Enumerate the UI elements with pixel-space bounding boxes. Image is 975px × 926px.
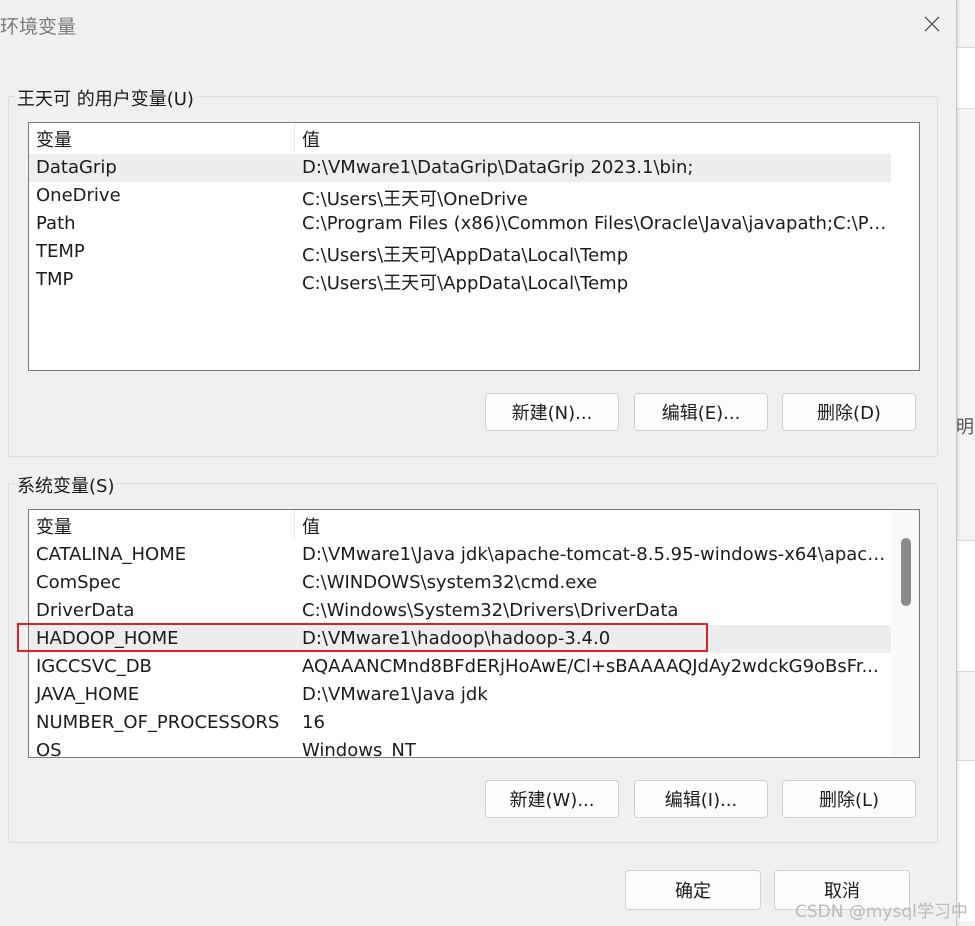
table-row[interactable]: OS Windows_NT <box>29 737 891 758</box>
variable-name: CATALINA_HOME <box>36 544 187 565</box>
user-variables-legend: 王天可 的用户变量(U) <box>15 85 196 111</box>
variable-name: NUMBER_OF_PROCESSORS <box>36 712 280 733</box>
variable-name: DataGrip <box>36 157 117 178</box>
variable-name: JAVA_HOME <box>36 684 140 705</box>
close-icon <box>924 16 940 32</box>
table-row[interactable]: JAVA_HOME D:\VMware1\Java jdk <box>29 681 891 709</box>
column-header-variable[interactable]: 变量 <box>36 513 72 539</box>
column-header-value[interactable]: 值 <box>302 126 320 152</box>
system-delete-button[interactable]: 删除(L) <box>782 780 916 818</box>
system-variables-list[interactable]: 变量 值 CATALINA_HOME D:\VMware1\Java jdk\a… <box>28 509 920 758</box>
variable-value: Windows_NT <box>302 740 416 758</box>
scrollbar-thumb[interactable] <box>901 538 911 606</box>
vertical-scrollbar[interactable] <box>892 510 919 757</box>
variable-name: Path <box>36 213 76 234</box>
system-new-button[interactable]: 新建(W)... <box>485 780 619 818</box>
background-panel <box>956 47 975 109</box>
variable-name: TEMP <box>36 241 85 262</box>
window-title: 环境变量 <box>0 16 77 38</box>
user-delete-button[interactable]: 删除(D) <box>782 393 916 431</box>
variable-value: D:\VMware1\hadoop\hadoop-3.4.0 <box>302 628 611 649</box>
close-button[interactable] <box>910 6 954 42</box>
variable-name: OneDrive <box>36 185 121 206</box>
title-bar: 环境变量 <box>0 0 956 47</box>
user-edit-button[interactable]: 编辑(E)... <box>634 393 768 431</box>
background-panel <box>956 540 975 672</box>
variable-value: C:\WINDOWS\system32\cmd.exe <box>302 572 598 593</box>
variable-name: TMP <box>36 269 74 290</box>
column-separator[interactable] <box>294 510 295 538</box>
variable-name: IGCCSVC_DB <box>36 656 152 677</box>
table-row[interactable]: TMP C:\Users\王天可\AppData\Local\Temp <box>29 266 891 294</box>
variable-value: C:\Users\王天可\AppData\Local\Temp <box>302 273 629 294</box>
user-variables-list[interactable]: 变量 值 DataGrip D:\VMware1\DataGrip\DataGr… <box>28 122 920 371</box>
environment-variables-dialog: 环境变量 王天可 的用户变量(U) 变量 值 DataGrip D:\VMwar… <box>0 0 957 926</box>
variable-value: D:\VMware1\DataGrip\DataGrip 2023.1\bin; <box>302 157 694 178</box>
table-row[interactable]: DriverData C:\Windows\System32\Drivers\D… <box>29 597 891 625</box>
variable-name: ComSpec <box>36 572 121 593</box>
variable-value: C:\Users\王天可\OneDrive <box>302 189 528 210</box>
table-row[interactable]: ComSpec C:\WINDOWS\system32\cmd.exe <box>29 569 891 597</box>
ok-button[interactable]: 确定 <box>625 870 761 910</box>
user-new-button[interactable]: 新建(N)... <box>485 393 619 431</box>
list-header: 变量 值 <box>29 123 891 151</box>
variable-value: AQAAANCMnd8BFdERjHoAwE/Cl+sBAAAAQJdAy2wd… <box>302 656 879 677</box>
background-text: 明中 <box>956 417 975 438</box>
variable-value: D:\VMware1\Java jdk\apache-tomcat-8.5.95… <box>302 544 887 565</box>
table-row[interactable]: DataGrip D:\VMware1\DataGrip\DataGrip 20… <box>29 154 891 182</box>
background-window: 明中 <box>956 0 975 926</box>
watermark: CSDN @mysql学习中 <box>795 902 968 922</box>
table-row[interactable]: CATALINA_HOME D:\VMware1\Java jdk\apache… <box>29 541 891 569</box>
variable-name: HADOOP_HOME <box>36 628 179 649</box>
table-row[interactable]: TEMP C:\Users\王天可\AppData\Local\Temp <box>29 238 891 266</box>
system-variables-legend: 系统变量(S) <box>15 472 117 498</box>
table-row[interactable]: Path C:\Program Files (x86)\Common Files… <box>29 210 891 238</box>
system-edit-button[interactable]: 编辑(I)... <box>634 780 768 818</box>
table-row[interactable]: OneDrive C:\Users\王天可\OneDrive <box>29 182 891 210</box>
column-separator[interactable] <box>294 123 295 151</box>
variable-value: C:\Windows\System32\Drivers\DriverData <box>302 600 679 621</box>
table-row[interactable]: IGCCSVC_DB AQAAANCMnd8BFdERjHoAwE/Cl+sBA… <box>29 653 891 681</box>
variable-value: D:\VMware1\Java jdk <box>302 684 488 705</box>
list-header: 变量 值 <box>29 510 891 538</box>
table-row[interactable]: NUMBER_OF_PROCESSORS 16 <box>29 709 891 737</box>
column-header-value[interactable]: 值 <box>302 513 320 539</box>
variable-value: C:\Users\王天可\AppData\Local\Temp <box>302 245 629 266</box>
variable-name: DriverData <box>36 600 135 621</box>
variable-value: 16 <box>302 712 325 733</box>
variable-value: C:\Program Files (x86)\Common Files\Orac… <box>302 213 887 234</box>
variable-name: OS <box>36 740 62 758</box>
column-header-variable[interactable]: 变量 <box>36 126 72 152</box>
table-row[interactable]: HADOOP_HOME D:\VMware1\hadoop\hadoop-3.4… <box>29 625 891 653</box>
